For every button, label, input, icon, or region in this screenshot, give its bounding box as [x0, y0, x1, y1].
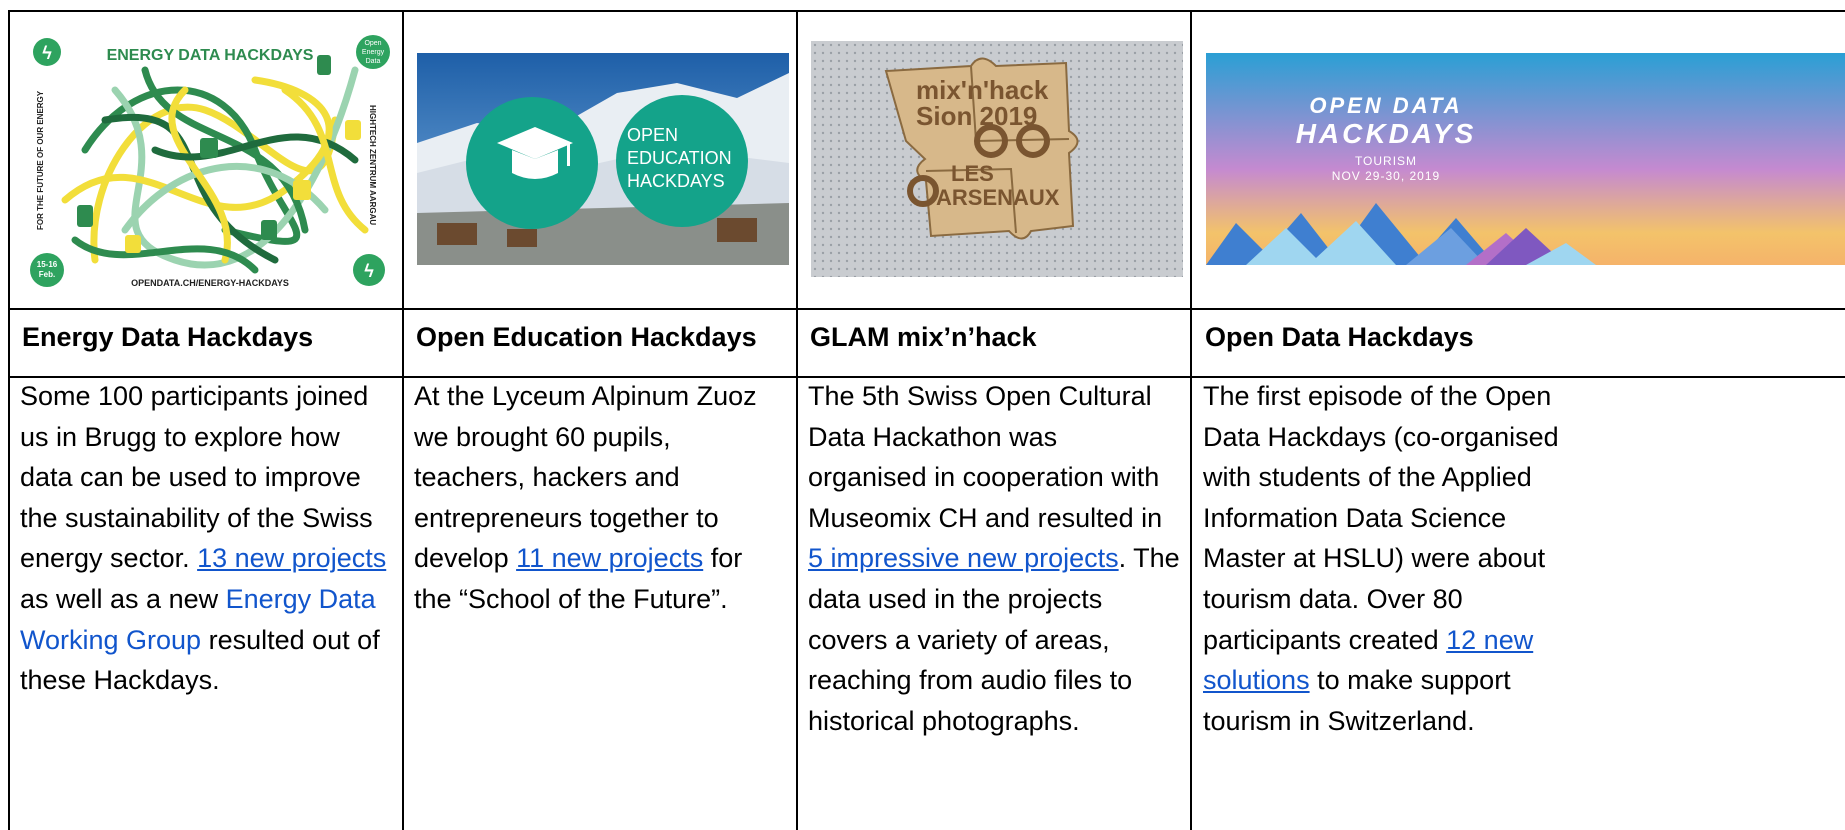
card-title-glam: GLAM mix’n’hack [810, 322, 1037, 352]
svg-text:NOV 29-30, 2019: NOV 29-30, 2019 [1332, 169, 1440, 183]
open-data-hackdays-tourism-poster: OPEN DATA HACKDAYS TOURISM NOV 29-30, 20… [1206, 53, 1845, 265]
open-education-hackdays-photo: OPEN EDUCATION HACKDAYS [417, 53, 789, 265]
card-body-energy: Some 100 participants joined us in Brugg… [20, 381, 387, 696]
svg-text:Energy: Energy [362, 49, 385, 56]
card-body-open-data: The first episode of the Open Data Hackd… [1203, 381, 1559, 736]
link-13-new-projects[interactable]: 13 new projects [197, 543, 386, 573]
table-column-divider [402, 10, 404, 830]
card-title-open-education: Open Education Hackdays [416, 322, 757, 352]
tourism-poster-line1: OPEN DATA [1309, 93, 1462, 118]
svg-text:FOR THE FUTURE OF OUR ENERGY: FOR THE FUTURE OF OUR ENERGY [36, 90, 45, 230]
table-column-divider [796, 10, 798, 830]
svg-text:HACKDAYS: HACKDAYS [1296, 118, 1477, 149]
mix-n-hack-puzzle-photo: mix'n'hack Sion 2019 LES ARSENAUX [811, 41, 1183, 277]
svg-text:ϟ: ϟ [364, 261, 374, 281]
svg-text:ϟ: ϟ [42, 43, 52, 63]
svg-text:Data: Data [366, 58, 381, 65]
svg-text:ARSENAUX: ARSENAUX [936, 185, 1060, 210]
table-border-top [8, 10, 1845, 12]
svg-text:TOURISM: TOURISM [1355, 154, 1417, 168]
svg-text:HIGHTECH ZENTRUM AARGAU: HIGHTECH ZENTRUM AARGAU [368, 105, 377, 225]
card-body-glam: The 5th Swiss Open Cultural Data Hackath… [808, 381, 1180, 736]
link-11-new-projects[interactable]: 11 new projects [516, 543, 703, 573]
open-education-text-1: OPEN [627, 125, 678, 145]
svg-text:LES: LES [951, 161, 994, 186]
poster-title: ENERGY DATA HACKDAYS [107, 47, 314, 64]
svg-text:HACKDAYS: HACKDAYS [627, 171, 725, 191]
svg-text:OPENDATA.CH/ENERGY-HACKDAYS: OPENDATA.CH/ENERGY-HACKDAYS [131, 278, 289, 288]
table-column-divider [1190, 10, 1192, 830]
table-row-divider [8, 308, 1845, 310]
card-title-open-data: Open Data Hackdays [1205, 322, 1474, 352]
svg-text:Feb.: Feb. [39, 270, 55, 279]
badge-open: Open [364, 40, 381, 47]
link-5-impressive-new-projects[interactable]: 5 impressive new projects [808, 543, 1119, 573]
svg-text:EDUCATION: EDUCATION [627, 148, 732, 168]
svg-text:Sion 2019: Sion 2019 [916, 101, 1037, 131]
energy-hackdays-poster: ϟ Open Energy Data 15-16 Feb. ϟ ENERGY D… [25, 30, 395, 292]
svg-text:15-16: 15-16 [37, 260, 58, 269]
card-title-energy: Energy Data Hackdays [22, 322, 314, 352]
card-body-open-education: At the Lyceum Alpinum Zuoz we brought 60… [414, 381, 757, 614]
table-border-left [8, 10, 10, 830]
